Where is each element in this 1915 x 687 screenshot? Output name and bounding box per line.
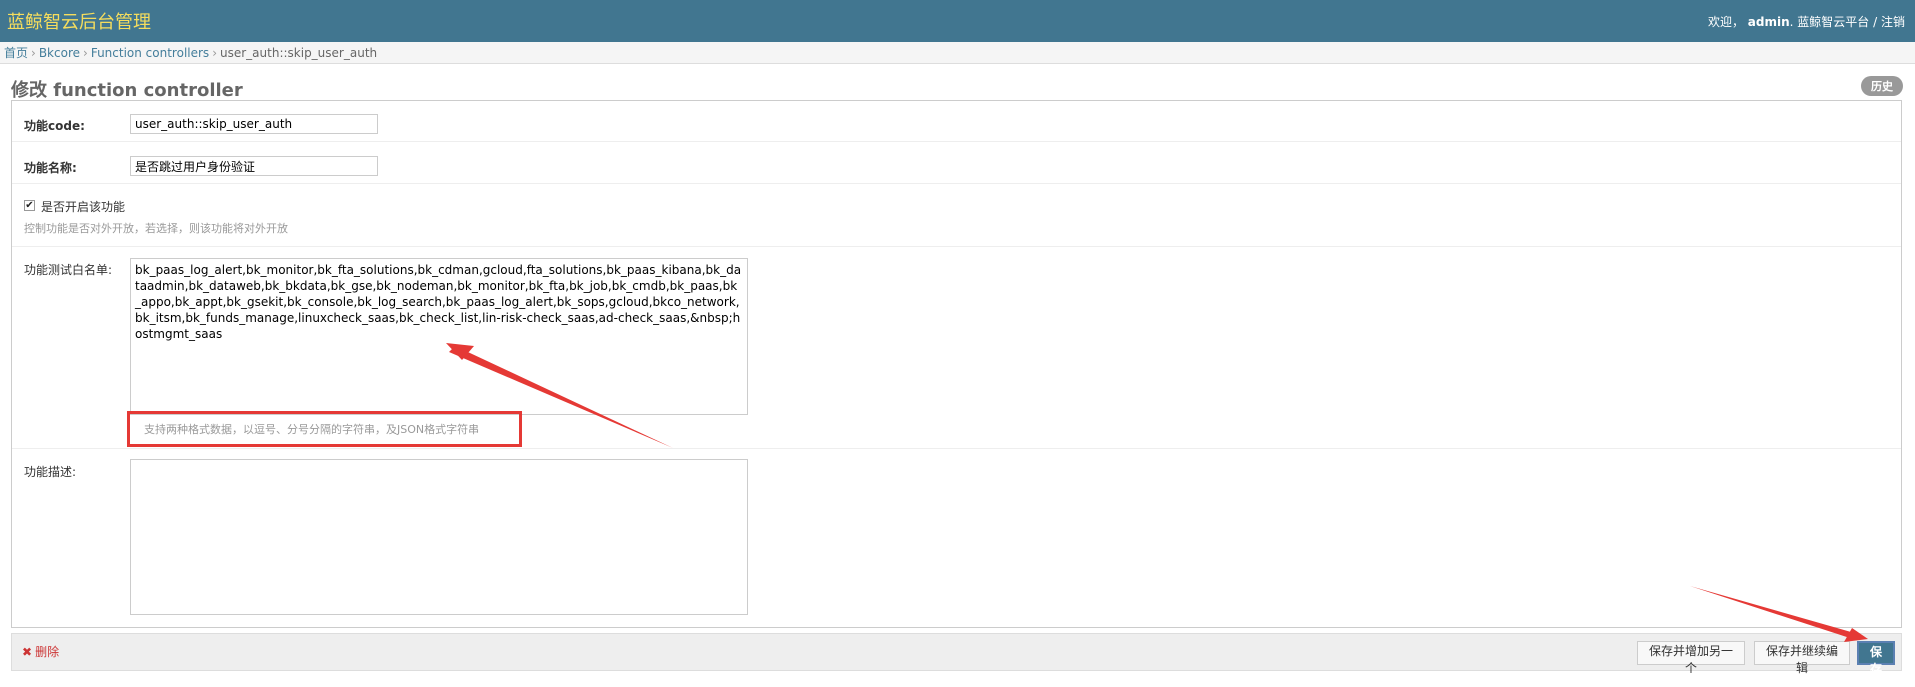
platform-link[interactable]: 蓝鲸智云平台	[1797, 15, 1869, 29]
user-tools: 欢迎， admin. 蓝鲸智云平台 / 注销	[1708, 13, 1905, 30]
enabled-label[interactable]: 是否开启该功能	[41, 198, 125, 215]
breadcrumb-app[interactable]: Bkcore	[39, 46, 80, 60]
delete-label: 删除	[35, 645, 60, 659]
link-separator: /	[1869, 15, 1881, 29]
breadcrumb-model[interactable]: Function controllers	[91, 46, 209, 60]
breadcrumb-home[interactable]: 首页	[4, 46, 28, 60]
form-row-description: 功能描述:	[12, 449, 1901, 627]
form-row-func-name: 功能名称:	[12, 142, 1901, 184]
site-title: 蓝鲸智云后台管理	[7, 12, 151, 33]
breadcrumb-separator: ›	[31, 46, 36, 60]
breadcrumb-current: user_auth::skip_user_auth	[220, 46, 378, 60]
username: admin	[1747, 15, 1790, 29]
whitelist-help-text: 支持两种格式数据，以逗号、分号分隔的字符串，及JSON格式字符串	[144, 423, 480, 436]
delete-icon: ✖	[22, 645, 33, 659]
user-separator: .	[1789, 15, 1794, 29]
breadcrumb-separator: ›	[212, 46, 217, 60]
history-button[interactable]: 历史	[1861, 76, 1903, 96]
header-bar: 蓝鲸智云后台管理 欢迎， admin. 蓝鲸智云平台 / 注销	[0, 0, 1915, 42]
form-fieldset: 功能code: 功能名称: ✔ 是否开启该功能 控制功能是否对外开放，若选择，则…	[11, 100, 1902, 628]
logout-link[interactable]: 注销	[1881, 15, 1905, 29]
save-continue-button[interactable]: 保存并继续编辑	[1754, 641, 1850, 675]
description-textarea[interactable]	[130, 459, 748, 615]
func-name-input[interactable]	[130, 156, 378, 176]
whitelist-textarea[interactable]: bk_paas_log_alert,bk_monitor,bk_fta_solu…	[130, 258, 748, 415]
submit-row: ✖ 删除 保存并增加另一个 保存并继续编辑 保存	[11, 633, 1902, 676]
welcome-text: 欢迎，	[1707, 15, 1744, 29]
description-label: 功能描述:	[24, 465, 77, 479]
form-row-func-code: 功能code:	[12, 101, 1901, 142]
save-button[interactable]: 保存	[1857, 641, 1895, 676]
save-add-another-button[interactable]: 保存并增加另一个	[1637, 641, 1745, 675]
enabled-help-text: 控制功能是否对外开放，若选择，则该功能将对外开放	[24, 222, 288, 235]
page-title: 修改 function controller	[11, 80, 243, 101]
form-row-enabled: ✔ 是否开启该功能 控制功能是否对外开放，若选择，则该功能将对外开放	[12, 184, 1901, 247]
func-code-input[interactable]	[130, 114, 378, 134]
func-code-label: 功能code:	[24, 119, 85, 133]
func-name-label: 功能名称:	[24, 161, 77, 175]
enabled-checkbox[interactable]: ✔	[24, 200, 35, 211]
delete-link[interactable]: ✖ 删除	[22, 643, 59, 660]
breadcrumb: 首页 › Bkcore › Function controllers › user_auth…	[0, 42, 1915, 64]
whitelist-label: 功能测试白名单:	[24, 263, 113, 277]
breadcrumb-separator: ›	[83, 46, 88, 60]
